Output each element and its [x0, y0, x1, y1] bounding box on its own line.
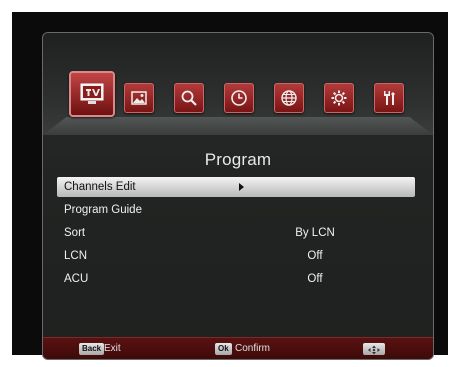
main-menu-bar	[43, 33, 433, 135]
ok-hint: Confirm	[235, 343, 271, 354]
row-label: Channels Edit	[64, 181, 136, 193]
icon-shelf	[43, 117, 433, 135]
dpad-icon	[363, 343, 385, 355]
row-label: Sort	[64, 227, 86, 239]
row-value: By LCN	[295, 227, 335, 239]
menu-row-sort[interactable]: Sort By LCN	[57, 223, 415, 243]
row-value: Off	[307, 273, 323, 285]
footer-bar: Back Exit Ok Confirm	[43, 337, 433, 359]
submenu-arrow-icon	[239, 183, 244, 191]
gear-icon[interactable]	[324, 83, 354, 113]
page-title: Program	[204, 150, 272, 169]
menu-panel: Program Channels Edit Program Guide Sort…	[42, 32, 434, 360]
menu-row-program-guide[interactable]: Program Guide	[57, 200, 415, 220]
clock-icon[interactable]	[224, 83, 254, 113]
row-label: LCN	[64, 250, 88, 262]
back-key-badge[interactable]: Back	[79, 343, 105, 355]
row-label: Program Guide	[64, 204, 142, 216]
row-value: Off	[307, 250, 323, 262]
menu-row-lcn[interactable]: LCN Off	[57, 246, 415, 266]
globe-icon[interactable]	[274, 83, 304, 113]
row-label: ACU	[64, 273, 89, 285]
menu-row-channels-edit[interactable]: Channels Edit	[57, 177, 415, 197]
tv-icon[interactable]	[69, 71, 115, 117]
tv-screen: Program Channels Edit Program Guide Sort…	[12, 12, 448, 360]
picture-icon[interactable]	[124, 83, 154, 113]
tools-icon[interactable]	[374, 83, 404, 113]
search-icon[interactable]	[174, 83, 204, 113]
back-hint: Exit	[104, 343, 121, 354]
ok-key-badge[interactable]: Ok	[215, 343, 232, 355]
menu-row-acu[interactable]: ACU Off	[57, 269, 415, 289]
